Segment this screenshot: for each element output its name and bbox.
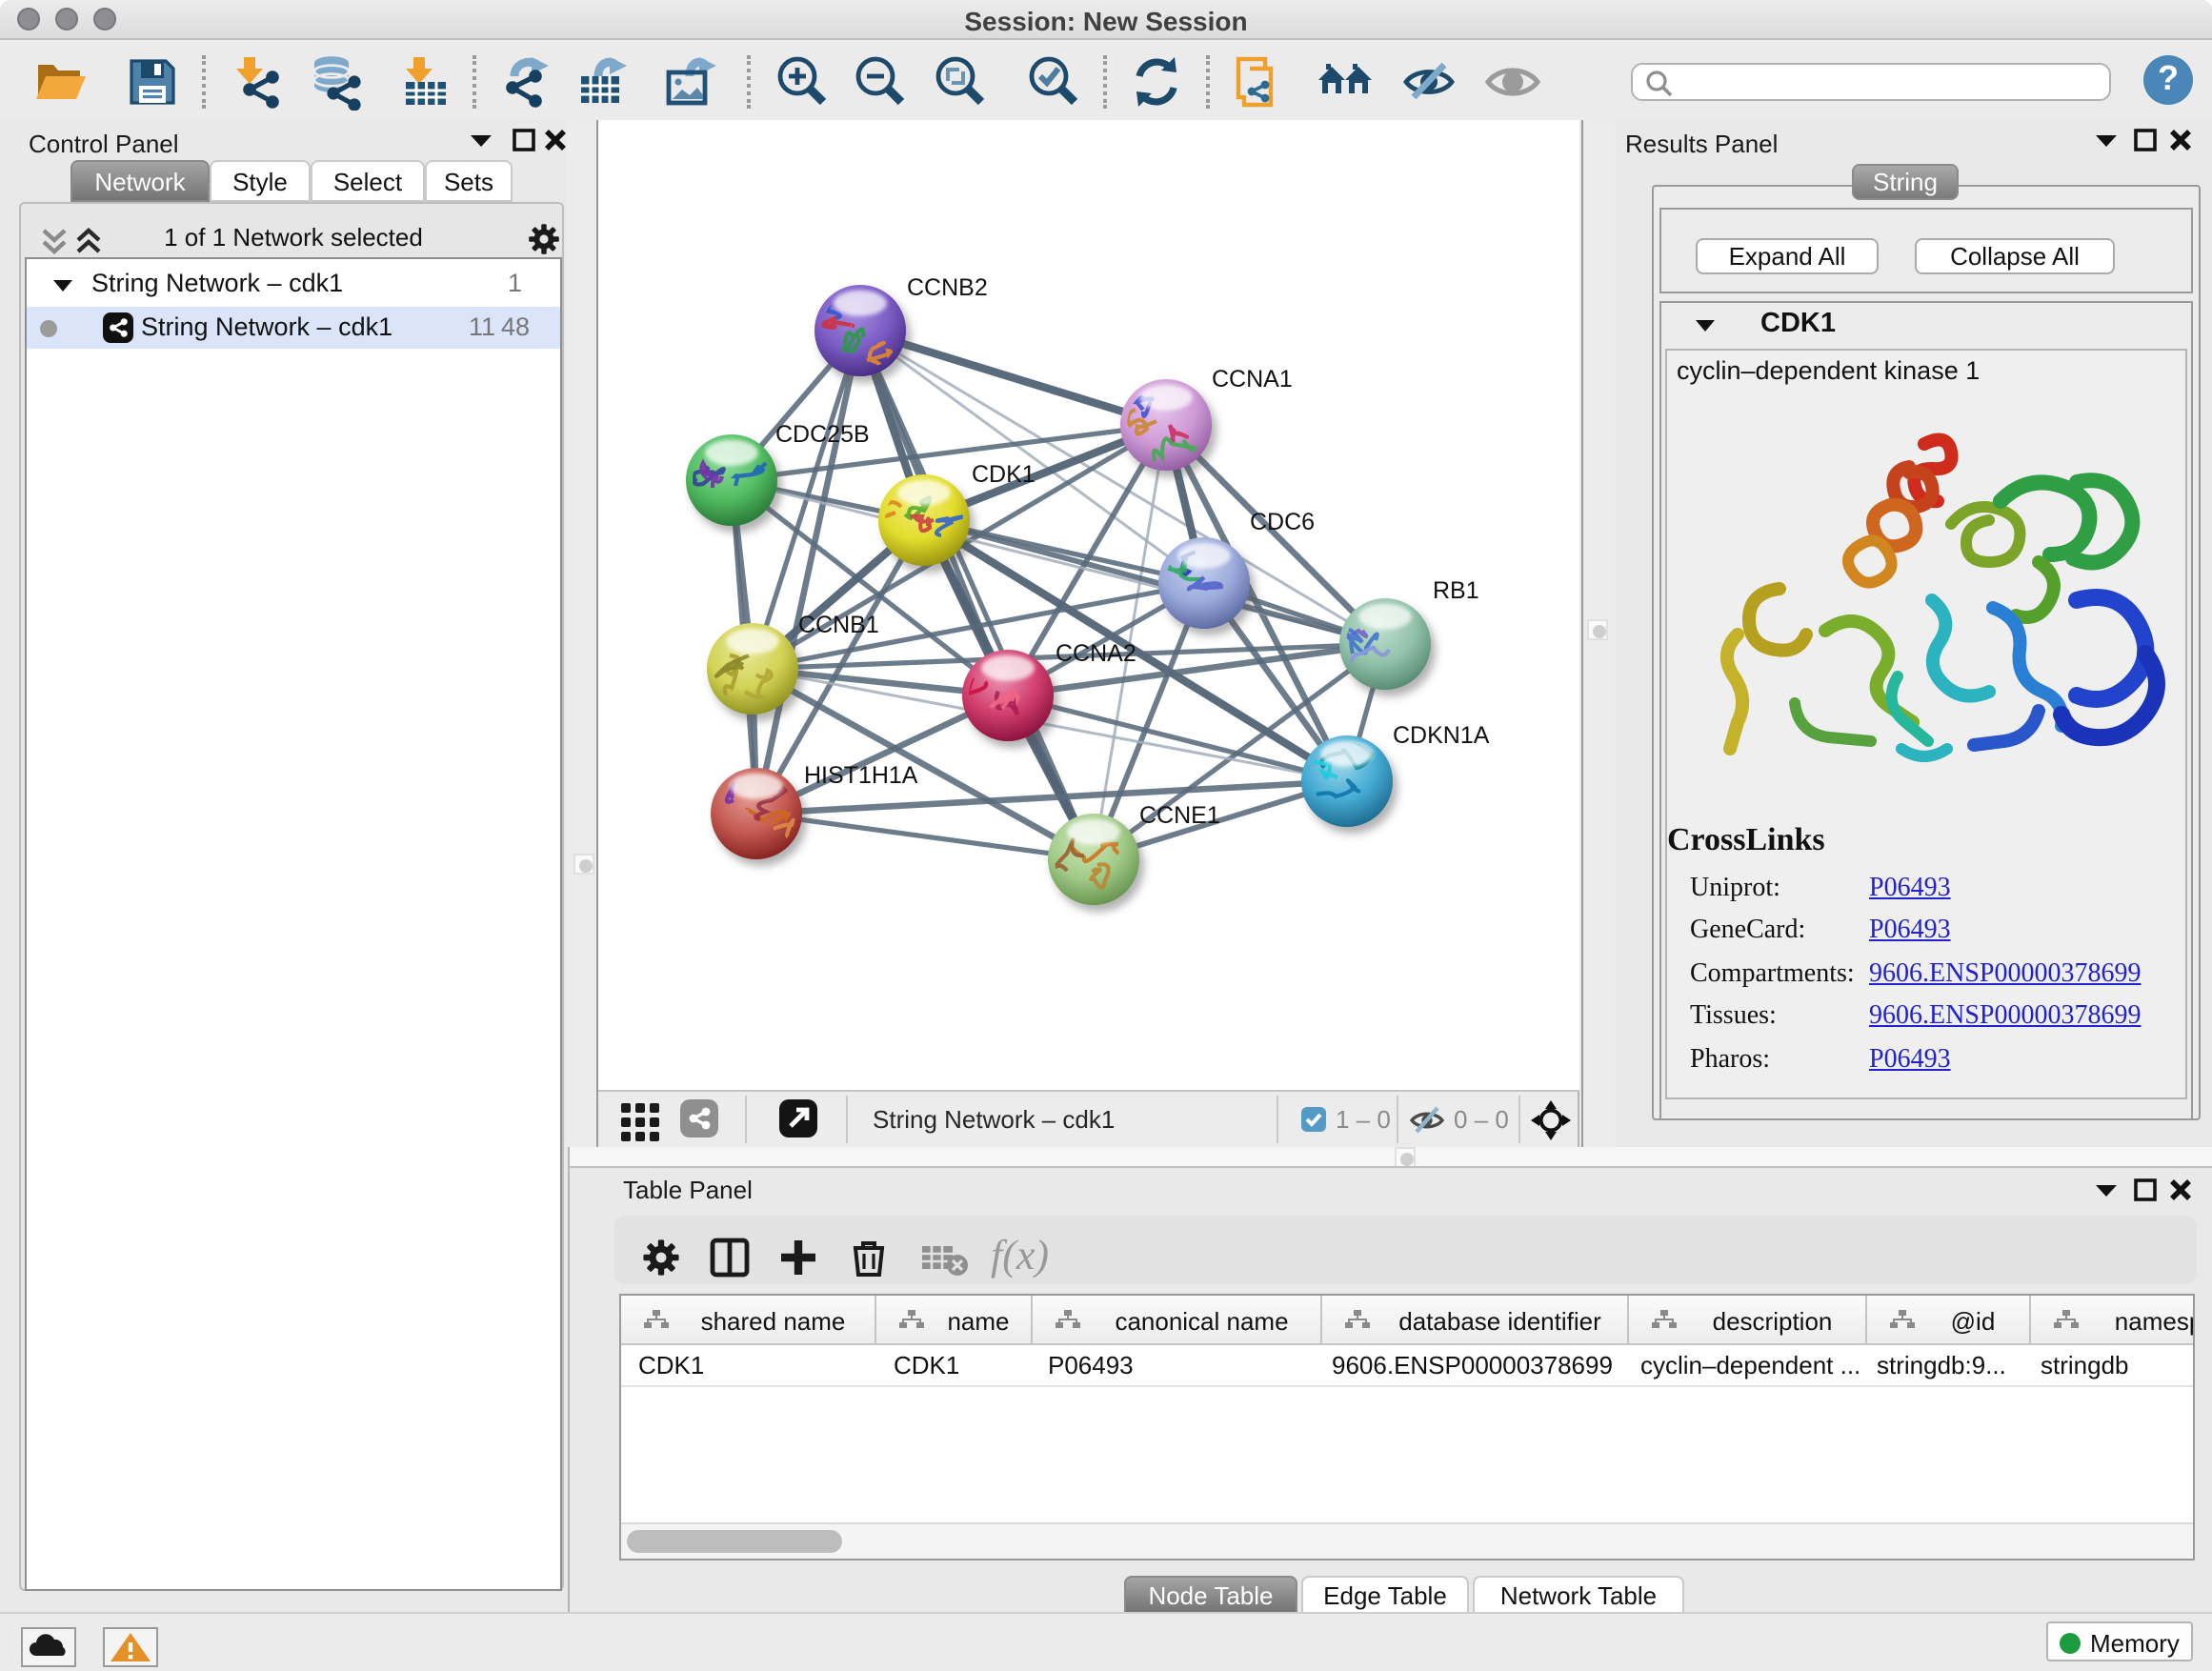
svg-text:CCNB2: CCNB2 — [907, 274, 988, 301]
svg-text:CDKN1A: CDKN1A — [1393, 722, 1490, 749]
svg-text:CDC25B: CDC25B — [775, 421, 870, 448]
svg-text:RB1: RB1 — [1433, 577, 1479, 604]
svg-text:CCNB1: CCNB1 — [798, 612, 879, 638]
svg-text:CCNE1: CCNE1 — [1139, 802, 1220, 829]
svg-text:CDK1: CDK1 — [972, 461, 1036, 488]
svg-text:CDC6: CDC6 — [1250, 509, 1315, 535]
svg-text:CCNA2: CCNA2 — [1056, 640, 1136, 667]
svg-text:HIST1H1A: HIST1H1A — [804, 762, 918, 789]
svg-text:CCNA1: CCNA1 — [1212, 366, 1293, 393]
